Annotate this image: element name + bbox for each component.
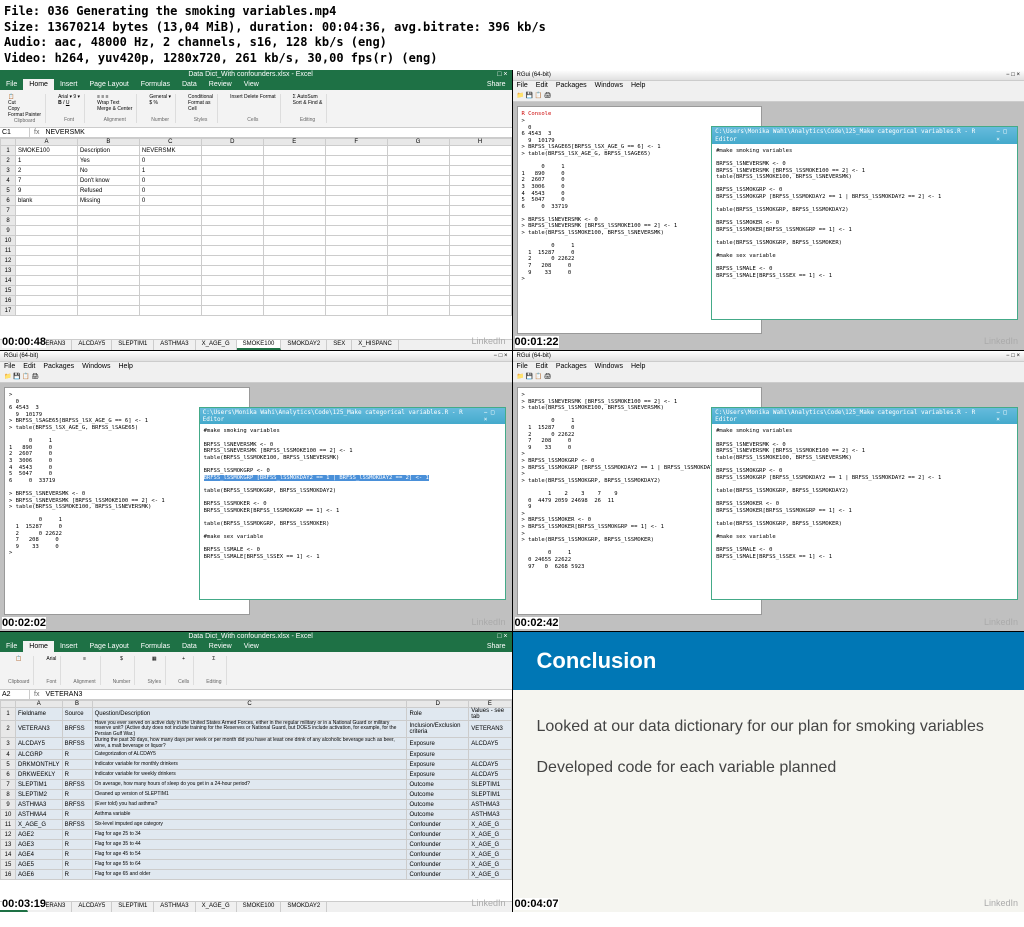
linkedin-logo: LinkedIn <box>984 336 1018 346</box>
timestamp: 00:00:48 <box>2 336 46 348</box>
linkedin-logo: LinkedIn <box>471 617 505 627</box>
conclusion-body: Looked at our data dictionary for our pl… <box>513 690 1024 821</box>
file-metadata: File: 036 Generating the smoking variabl… <box>0 0 1024 70</box>
thumbnail-3: RGui (64-bit)− □ × FileEditPackagesWindo… <box>0 351 512 631</box>
sheet-tabs[interactable]: MapsVETERAN3ALCDAY5SLEPTIM1ASTHMA3X_AGE_… <box>0 339 512 350</box>
thumbnail-grid: Data Dict_With confounders.xlsx - Excel□… <box>0 70 1024 911</box>
spreadsheet[interactable]: ABCDE 1FieldnameSourceQuestion/Descripti… <box>0 700 512 901</box>
linkedin-logo: LinkedIn <box>984 617 1018 627</box>
rgui-titlebar: RGui (64-bit)− □ × <box>513 70 1024 81</box>
thumbnail-6: Conclusion Looked at our data dictionary… <box>513 632 1024 912</box>
thumbnail-5: Data Dict_With confounders.xlsx - Excel□… <box>0 632 512 912</box>
timestamp: 00:03:19 <box>2 898 46 910</box>
r-editor[interactable]: C:\Users\Monika Wahi\Analytics\Code\125_… <box>711 126 1018 319</box>
timestamp: 00:02:02 <box>2 617 46 629</box>
linkedin-logo: LinkedIn <box>471 898 505 908</box>
timestamp: 00:01:22 <box>515 336 559 348</box>
formula-bar[interactable]: C1 fx NEVERSMK <box>0 128 512 138</box>
thumbnail-2: RGui (64-bit)− □ × FileEditPackagesWindo… <box>513 70 1024 350</box>
thumbnail-1: Data Dict_With confounders.xlsx - Excel□… <box>0 70 512 350</box>
linkedin-logo: LinkedIn <box>471 336 505 346</box>
rgui-menu[interactable]: FileEditPackagesWindowsHelp <box>513 81 1024 90</box>
excel-titlebar: Data Dict_With confounders.xlsx - Excel□… <box>0 70 512 79</box>
linkedin-logo: LinkedIn <box>984 898 1018 908</box>
timestamp: 00:04:07 <box>515 898 559 910</box>
r-editor[interactable]: C:\Users\Monika Wahi\Analytics\Code\125_… <box>199 407 506 600</box>
spreadsheet[interactable]: ABCDEFGH 1SMOKE100DescriptionNEVERSMK 21… <box>0 138 512 339</box>
rgui-toolbar[interactable]: 📁 💾 📋 🖨 <box>513 90 1024 102</box>
r-editor[interactable]: C:\Users\Monika Wahi\Analytics\Code\125_… <box>711 407 1018 600</box>
ribbon[interactable]: 📋CutCopyFormat PainterClipboard Arial ▾ … <box>0 90 512 128</box>
conclusion-title: Conclusion <box>513 632 1024 690</box>
thumbnail-4: RGui (64-bit)− □ × FileEditPackagesWindo… <box>513 351 1024 631</box>
ribbon-tabs[interactable]: File Home Insert Page Layout Formulas Da… <box>0 79 512 90</box>
timestamp: 00:02:42 <box>515 617 559 629</box>
